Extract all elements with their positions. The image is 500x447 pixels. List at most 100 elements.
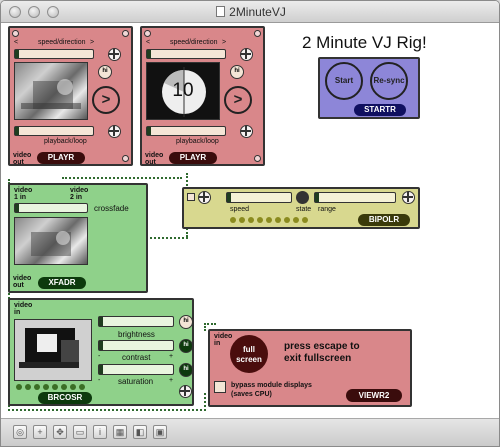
contrast-label: contrast: [122, 353, 151, 362]
brcosr-module: video in hi brightness hi - contrast + h…: [8, 298, 194, 406]
indicator-dot: [239, 217, 245, 223]
playback-loop-slider[interactable]: [146, 126, 226, 136]
speed-direction-label: speed/direction: [170, 39, 218, 46]
hi-button[interactable]: hi: [98, 65, 112, 79]
patcher-canvas[interactable]: < speed/direction > hi > playback/loop v…: [2, 23, 499, 418]
video-out-label: video: [13, 152, 32, 159]
loop-wheel-icon[interactable]: [240, 125, 253, 138]
bypass-label: bypass module displays (saves CPU): [231, 382, 312, 398]
video-preview: [14, 217, 88, 265]
contrast-slider[interactable]: [98, 340, 174, 351]
page-title: 2 Minute VJ Rig!: [302, 33, 427, 52]
video-out-label-2: out: [145, 159, 156, 166]
video-2-in-label-2: 2 in: [70, 194, 83, 201]
corner-screw: [12, 30, 19, 37]
lock-icon[interactable]: ◎: [13, 425, 27, 439]
loop-wheel-icon[interactable]: [108, 125, 121, 138]
video-in-label-2: in: [14, 309, 21, 316]
playback-loop-slider[interactable]: [14, 126, 94, 136]
patch-cord: [150, 235, 188, 239]
speed-wheel-icon[interactable]: [240, 48, 253, 61]
indicator-dot: [248, 217, 254, 223]
start-button[interactable]: Start: [325, 62, 363, 100]
snap-icon[interactable]: ◧: [133, 425, 147, 439]
brcosr-name-badge: BRCOSR: [38, 392, 92, 404]
indicator-dot: [34, 384, 40, 390]
bypass-toggle[interactable]: [214, 381, 226, 393]
indicator-dot: [16, 384, 22, 390]
saturation-slider[interactable]: [98, 364, 174, 375]
playr-module-2: < speed/direction > hi 10 > playback/loo…: [140, 26, 265, 166]
playr-name-badge: PLAYR: [37, 152, 85, 164]
range-slider[interactable]: [314, 192, 396, 203]
brightness-hi-button[interactable]: hi: [179, 315, 193, 329]
title-bar[interactable]: 2MinuteVJ: [1, 1, 499, 23]
indicator-dot: [275, 217, 281, 223]
indicator-dot: [284, 217, 290, 223]
brightness-slider[interactable]: [98, 316, 174, 327]
speed-direction-label: speed/direction: [38, 39, 86, 46]
document-icon: [216, 6, 226, 17]
grid-icon[interactable]: ▦: [113, 425, 127, 439]
fullscreen-button[interactable]: full screen: [230, 335, 268, 373]
saturation-label: saturation: [118, 377, 154, 386]
video-2-in-label: video: [70, 187, 89, 194]
play-button[interactable]: >: [224, 86, 252, 114]
playr-name-badge: PLAYR: [169, 152, 217, 164]
contrast-hi-button[interactable]: hi: [179, 339, 193, 353]
countdown-number: 10: [172, 80, 194, 101]
range-label: range: [318, 206, 336, 213]
xfadr-module: video 1 in video 2 in crossfade video ou…: [8, 183, 148, 293]
bipolr-module: speed state range BIPOLR: [182, 187, 420, 229]
corner-screw: [122, 155, 129, 162]
indicator-dot: [61, 384, 67, 390]
indicator-dot: [257, 217, 263, 223]
video-frame-graphic: [15, 320, 91, 380]
speed-wheel-icon[interactable]: [108, 48, 121, 61]
move-icon[interactable]: ✥: [53, 425, 67, 439]
range-wheel-icon[interactable]: [402, 191, 415, 204]
inlet-toggle[interactable]: [187, 193, 195, 201]
hi-button[interactable]: hi: [230, 65, 244, 79]
resync-button[interactable]: Re-sync: [370, 62, 408, 100]
speed-direction-slider[interactable]: [14, 49, 94, 59]
bottom-toolbar: ◎ + ✥ ▭ i ▦ ◧ ▣: [1, 418, 499, 446]
contrast-minus-label: -: [98, 353, 101, 360]
video-preview: [14, 62, 88, 120]
info-icon[interactable]: i: [93, 425, 107, 439]
crossfade-slider[interactable]: [14, 203, 88, 213]
indicator-dot: [70, 384, 76, 390]
app-window: 2MinuteVJ < speed/direction > hi > playb…: [0, 0, 500, 447]
speed-slider[interactable]: [226, 192, 292, 203]
direction-left-arrow: <: [14, 39, 19, 46]
add-icon[interactable]: +: [33, 425, 47, 439]
fill-icon[interactable]: ▣: [153, 425, 167, 439]
speed-wheel-icon[interactable]: [198, 191, 211, 204]
play-button[interactable]: >: [92, 86, 120, 114]
viewr2-name-badge: VIEWR2: [346, 389, 402, 402]
patch-cord: [62, 171, 182, 179]
video-frame-graphic: [21, 79, 81, 109]
indicator-dot: [293, 217, 299, 223]
video-in-label: video: [214, 333, 233, 340]
startr-module: Start Re-sync STARTR: [318, 57, 420, 119]
indicator-dot: [230, 217, 236, 223]
saturation-hi-button[interactable]: hi: [179, 363, 193, 377]
direction-right-arrow: >: [222, 39, 227, 46]
bipolr-name-badge: BIPOLR: [358, 214, 410, 226]
corner-screw: [144, 30, 151, 37]
escape-instructions: press escape to exit fullscreen: [284, 341, 360, 364]
saturation-minus-label: -: [98, 377, 101, 384]
speed-direction-slider[interactable]: [146, 49, 226, 59]
video-in-label: video: [14, 302, 33, 309]
indicator-dot: [79, 384, 85, 390]
video-out-label-2: out: [13, 282, 24, 289]
xfadr-name-badge: XFADR: [38, 277, 86, 289]
corner-screw: [122, 30, 129, 37]
brcosr-wheel-icon[interactable]: [179, 385, 192, 398]
video-1-in-label-2: 1 in: [14, 194, 27, 201]
presentation-icon[interactable]: ▭: [73, 425, 87, 439]
video-preview: [14, 319, 92, 381]
playback-loop-label: playback/loop: [176, 138, 219, 145]
video-out-label: video: [13, 275, 32, 282]
